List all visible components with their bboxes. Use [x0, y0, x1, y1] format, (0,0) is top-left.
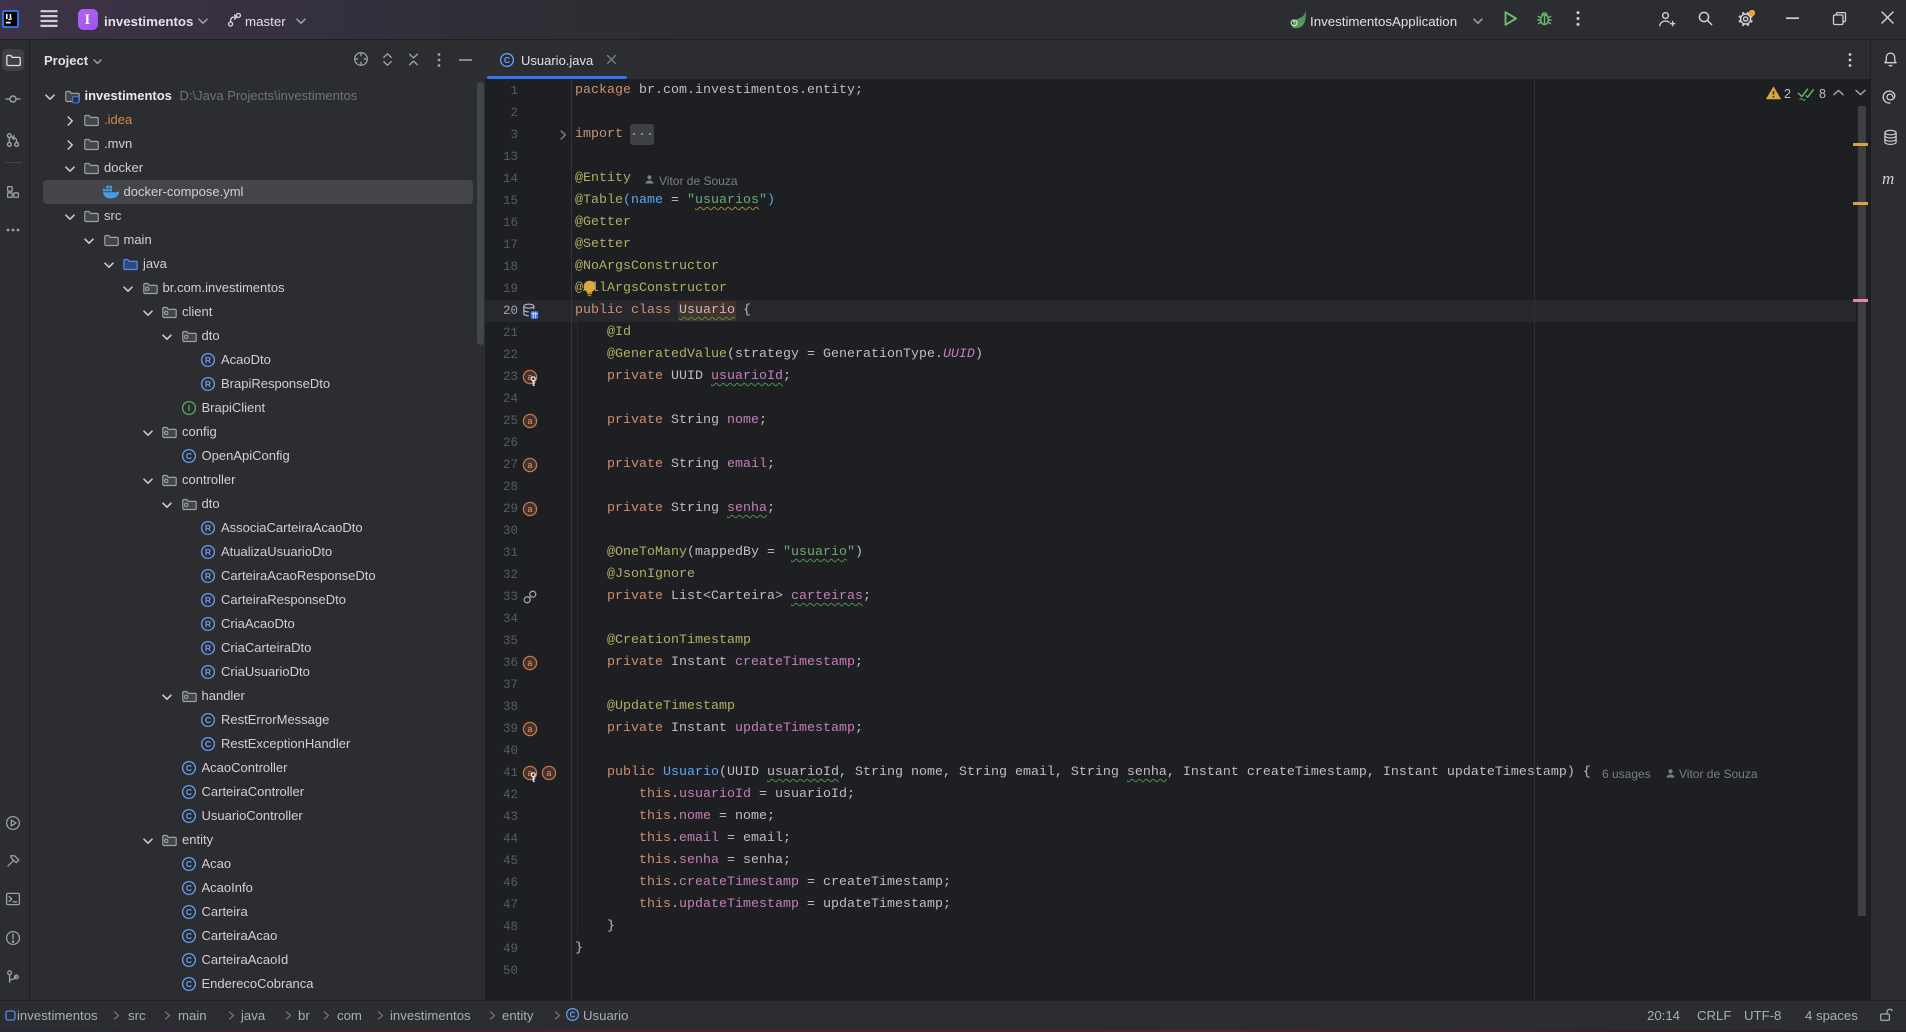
svg-text:C: C: [205, 739, 211, 749]
svg-text:C: C: [504, 55, 510, 65]
svg-text:C: C: [185, 931, 191, 941]
svg-text:C: C: [185, 787, 191, 797]
svg-text:C: C: [185, 859, 191, 869]
svg-text:a: a: [527, 659, 533, 669]
svg-text:R: R: [205, 523, 212, 533]
svg-text:a: a: [527, 725, 533, 735]
svg-text:R: R: [205, 643, 212, 653]
svg-text:R: R: [205, 379, 212, 389]
svg-text:R: R: [205, 355, 212, 365]
svg-text:a: a: [527, 417, 533, 427]
svg-text:C: C: [185, 763, 191, 773]
svg-text:C: C: [570, 1011, 576, 1020]
svg-text:a: a: [527, 461, 533, 471]
svg-text:a: a: [527, 505, 533, 515]
svg-text:R: R: [205, 595, 212, 605]
svg-text:R: R: [205, 667, 212, 677]
svg-text:C: C: [185, 883, 191, 893]
svg-text:C: C: [185, 811, 191, 821]
svg-text:C: C: [185, 955, 191, 965]
svg-text:C: C: [185, 907, 191, 917]
svg-text:R: R: [205, 547, 212, 557]
svg-text:I: I: [187, 403, 189, 413]
svg-text:R: R: [205, 571, 212, 581]
svg-text:C: C: [185, 979, 191, 989]
svg-text:a: a: [546, 769, 552, 779]
svg-text:R: R: [205, 619, 212, 629]
svg-text:C: C: [205, 715, 211, 725]
svg-text:C: C: [185, 451, 191, 461]
